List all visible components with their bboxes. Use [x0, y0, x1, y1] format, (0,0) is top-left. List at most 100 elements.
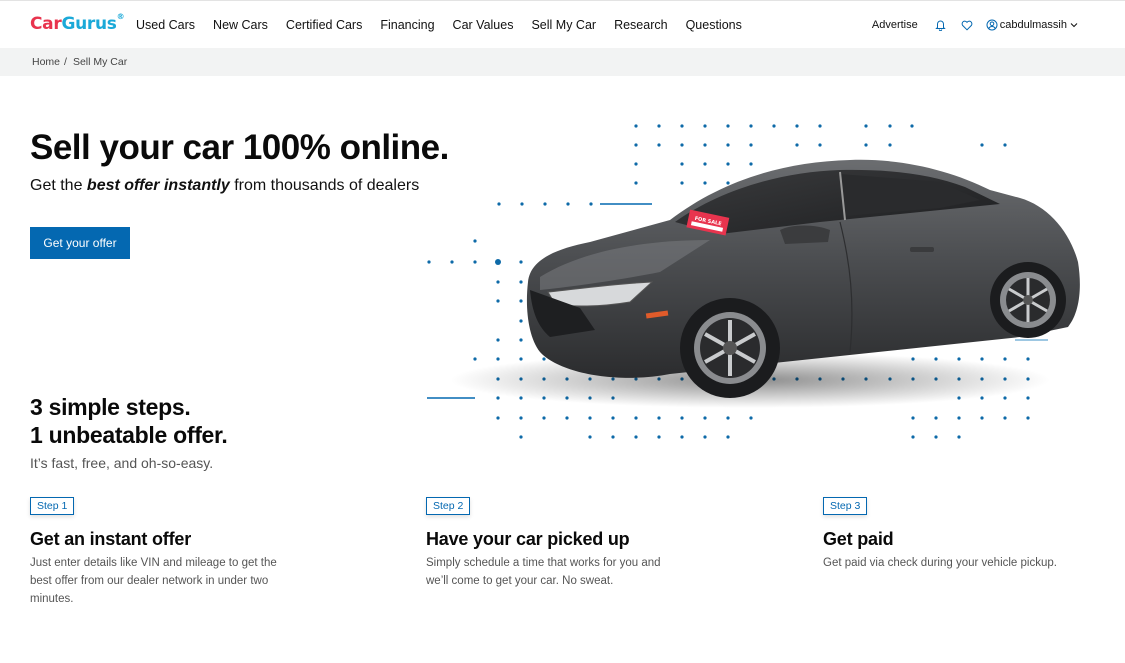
pattern-dot: [427, 260, 431, 264]
pattern-dot: [703, 162, 707, 166]
step-description: Get paid via check during your vehicle p…: [823, 557, 1057, 569]
pattern-dot: [818, 124, 822, 128]
step-badge: Step 2: [426, 497, 471, 515]
breadcrumb-separator: /: [64, 56, 67, 68]
step-card-2: Step 2 Have your car picked up Simply sc…: [426, 496, 716, 590]
pattern-dot: [934, 435, 938, 439]
rear-wheel: [990, 262, 1066, 338]
breadcrumb-home[interactable]: Home: [32, 56, 60, 68]
step-description: Just enter details like VIN and mileage …: [30, 557, 277, 605]
pattern-dot: [726, 124, 730, 128]
pattern-dot: [519, 299, 523, 303]
pattern-dot: [726, 416, 730, 420]
pattern-dot: [1026, 396, 1030, 400]
pattern-dot: [680, 143, 684, 147]
pattern-dot: [1003, 416, 1007, 420]
pattern-dot: [703, 181, 707, 185]
pattern-dot: [726, 435, 730, 439]
pattern-dot: [634, 162, 638, 166]
pattern-dot: [726, 162, 730, 166]
pattern-dot: [703, 435, 707, 439]
pattern-dot: [588, 416, 592, 420]
pattern-dot: [680, 124, 684, 128]
pattern-dot: [497, 202, 501, 206]
bell-icon[interactable]: [934, 18, 948, 32]
pattern-dot: [726, 181, 730, 185]
heart-icon[interactable]: [960, 18, 974, 32]
account-menu[interactable]: cabdulmassih: [986, 19, 1080, 31]
pattern-dot: [703, 416, 707, 420]
pattern-dot: [888, 124, 892, 128]
pattern-dot: [795, 143, 799, 147]
pattern-dot: [473, 260, 477, 264]
pattern-dot: [519, 416, 523, 420]
pattern-dot: [566, 202, 570, 206]
pattern-dot: [795, 124, 799, 128]
pattern-dot: [520, 202, 524, 206]
pattern-dot: [864, 124, 868, 128]
nav-research[interactable]: Research: [614, 18, 668, 32]
pattern-dot: [496, 396, 500, 400]
get-your-offer-button[interactable]: Get your offer: [30, 227, 130, 259]
pattern-dot: [1003, 143, 1007, 147]
pattern-dot: [657, 143, 661, 147]
breadcrumb: Home / Sell My Car: [0, 48, 1125, 76]
header-actions: Advertise cabdulmassih: [872, 18, 1080, 32]
pattern-dot: [495, 259, 501, 265]
pattern-dot: [611, 435, 615, 439]
steps-heading: 3 simple steps. 1 unbeatable offer.: [30, 394, 228, 448]
pattern-dot: [473, 357, 477, 361]
pattern-dot: [1026, 416, 1030, 420]
nav-financing[interactable]: Financing: [380, 18, 434, 32]
hero-subtitle: Get the best offer instantly from thousa…: [30, 177, 420, 194]
pattern-dot: [496, 416, 500, 420]
pattern-dot: [519, 260, 523, 264]
pattern-dot: [980, 357, 984, 361]
nav-questions[interactable]: Questions: [686, 18, 742, 32]
pattern-dot: [657, 124, 661, 128]
pattern-dot: [634, 181, 638, 185]
pattern-dot: [911, 416, 915, 420]
pattern-dot: [588, 435, 592, 439]
pattern-dot: [749, 416, 753, 420]
pattern-dot: [1003, 357, 1007, 361]
breadcrumb-current: Sell My Car: [72, 56, 128, 68]
pattern-dot: [934, 416, 938, 420]
pattern-dot: [703, 143, 707, 147]
hero-emphasis: best offer instantly: [86, 177, 230, 194]
front-wheel: [680, 298, 780, 398]
pattern-dot: [634, 124, 638, 128]
pattern-dot: [519, 338, 523, 342]
pattern-dot: [911, 435, 915, 439]
pattern-dot: [680, 162, 684, 166]
nav-car-values[interactable]: Car Values: [453, 18, 514, 32]
pattern-dot: [818, 143, 822, 147]
nav-new-cars[interactable]: New Cars: [213, 18, 268, 32]
pattern-dot: [450, 260, 454, 264]
pattern-dot: [634, 416, 638, 420]
advertise-link[interactable]: Advertise: [872, 19, 918, 31]
pattern-dot: [496, 338, 500, 342]
pattern-dot: [634, 435, 638, 439]
pattern-dot: [772, 124, 776, 128]
pattern-dot: [542, 416, 546, 420]
pattern-dot: [496, 299, 500, 303]
nav-sell-my-car[interactable]: Sell My Car: [531, 18, 596, 32]
step-title: Get an instant offer: [30, 529, 192, 549]
pattern-dot: [657, 435, 661, 439]
car-illustration: FOR SALE: [427, 124, 1080, 439]
username: cabdulmassih: [999, 19, 1067, 31]
pattern-dot: [473, 239, 477, 243]
pattern-dot: [864, 143, 868, 147]
pattern-dot: [957, 416, 961, 420]
pattern-dot: [910, 124, 914, 128]
pattern-dot: [749, 124, 753, 128]
cargurus-logo[interactable]: CarGurus®: [30, 12, 125, 34]
step-description: Simply schedule a time that works for yo…: [426, 557, 661, 587]
step-title: Have your car picked up: [426, 529, 630, 549]
nav-used-cars[interactable]: Used Cars: [136, 18, 195, 32]
pattern-dot: [680, 181, 684, 185]
nav-certified-cars[interactable]: Certified Cars: [286, 18, 362, 32]
pattern-dot: [611, 416, 615, 420]
step-card-1: Step 1 Get an instant offer Just enter d…: [30, 496, 320, 608]
